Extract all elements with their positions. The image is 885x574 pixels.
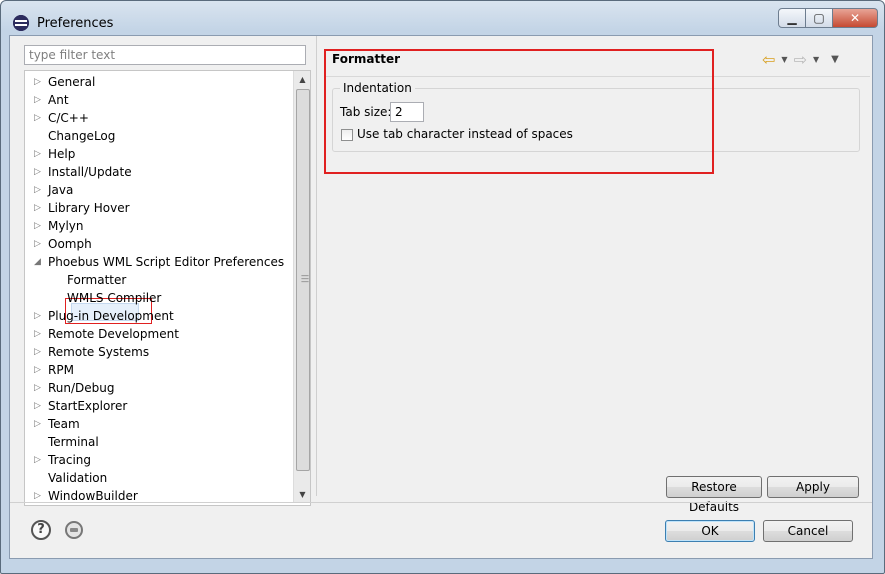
tree-item[interactable]: ▷ Remote Systems — [34, 343, 150, 361]
tree-item[interactable]: Validation — [48, 469, 107, 487]
history-navigation: ⇦ ▼ ⇨ ▼ ▼ — [762, 50, 839, 69]
maximize-icon: ▢ — [813, 11, 825, 25]
expanded-twisty-icon[interactable]: ◢ — [34, 253, 44, 271]
tree-item[interactable]: ▷ Tracing — [34, 451, 92, 469]
preference-tree[interactable]: ▷ General ▷ Ant ▷ C/C++ ChangeLog ▷ Help ▷ Install… — [24, 70, 311, 506]
back-arrow-icon[interactable]: ⇦ — [762, 50, 775, 69]
tree-item[interactable]: Formatter — [67, 271, 126, 289]
collapsed-twisty-icon[interactable]: ▷ — [34, 379, 44, 397]
apply-button[interactable]: Apply — [767, 476, 859, 498]
tree-item-label: Run/Debug — [48, 381, 115, 395]
tree-item[interactable]: ▷ Team — [34, 415, 80, 433]
tree-item-label: RPM — [48, 363, 74, 377]
tree-item[interactable]: ▷ Ant — [34, 91, 69, 109]
panel-divider[interactable] — [316, 36, 317, 496]
collapsed-twisty-icon[interactable]: ▷ — [34, 415, 44, 433]
collapsed-twisty-icon[interactable]: ▷ — [34, 217, 44, 235]
collapsed-twisty-icon[interactable]: ▷ — [34, 199, 44, 217]
tree-item[interactable]: ▷ Java — [34, 181, 74, 199]
bottom-separator — [10, 502, 872, 503]
forward-arrow-icon[interactable]: ⇨ — [794, 50, 807, 69]
filter-input[interactable] — [24, 45, 306, 65]
collapsed-twisty-icon[interactable]: ▷ — [34, 91, 44, 109]
tree-item-label: Mylyn — [48, 219, 84, 233]
scroll-up-icon[interactable]: ▲ — [294, 71, 310, 88]
tree-item[interactable]: ▷ Oomph — [34, 235, 92, 253]
title-bar: Preferences ▁ ▢ ✕ — [1, 1, 884, 35]
close-button[interactable]: ✕ — [833, 8, 878, 28]
tree-item[interactable]: ▷ C/C++ — [34, 109, 89, 127]
tree-item-label: Java — [48, 183, 74, 197]
tree-item-label: Library Hover — [48, 201, 130, 215]
tree-item-label: Ant — [48, 93, 69, 107]
import-export-icon[interactable] — [65, 521, 83, 539]
ok-button[interactable]: OK — [665, 520, 755, 542]
tree-item-label: Validation — [48, 471, 108, 485]
tree-item-label: Plug-in Development — [48, 309, 174, 323]
maximize-button[interactable]: ▢ — [806, 8, 833, 28]
tree-item[interactable]: ▷ General — [34, 73, 96, 91]
back-dropdown-icon[interactable]: ▼ — [781, 55, 787, 64]
collapsed-twisty-icon[interactable]: ▷ — [34, 343, 44, 361]
formatter-annotation-box — [324, 49, 714, 174]
collapsed-twisty-icon[interactable]: ▷ — [34, 397, 44, 415]
collapsed-twisty-icon[interactable]: ▷ — [34, 235, 44, 253]
scroll-down-icon[interactable]: ▼ — [294, 486, 310, 503]
tree-item[interactable]: ▷ Install/Update — [34, 163, 132, 181]
tree-item-label: ChangeLog — [48, 129, 116, 143]
tree-item-label: Oomph — [48, 237, 92, 251]
tree-item-label: Phoebus WML Script Editor Preferences — [48, 255, 285, 269]
tree-item-label: Remote Development — [48, 327, 179, 341]
minimize-button[interactable]: ▁ — [778, 8, 806, 28]
collapsed-twisty-icon[interactable]: ▷ — [34, 73, 44, 91]
window-controls: ▁ ▢ ✕ — [778, 8, 878, 28]
tree-item[interactable]: ▷ Remote Development — [34, 325, 179, 343]
view-menu-icon[interactable]: ▼ — [831, 54, 839, 65]
tree-item[interactable]: ▷ Run/Debug — [34, 379, 115, 397]
close-icon: ✕ — [849, 11, 861, 25]
tree-item[interactable]: ChangeLog — [48, 127, 115, 145]
collapsed-twisty-icon[interactable]: ▷ — [34, 145, 44, 163]
collapsed-twisty-icon[interactable]: ▷ — [34, 163, 44, 181]
tree-item-label: StartExplorer — [48, 399, 128, 413]
cancel-button[interactable]: Cancel — [763, 520, 853, 542]
tree-scrollbar[interactable]: ▲ — — — ▼ — [293, 71, 310, 503]
tree-item-label: Formatter — [67, 273, 127, 287]
tree-item[interactable]: ▷ RPM — [34, 361, 74, 379]
forward-dropdown-icon[interactable]: ▼ — [813, 55, 819, 64]
tree-item-label: Terminal — [48, 435, 99, 449]
tree-item-label: Help — [48, 147, 76, 161]
scroll-thumb[interactable]: — — — — [296, 89, 310, 471]
window-title: Preferences — [37, 16, 114, 31]
tree-item-label: Remote Systems — [48, 345, 150, 359]
collapsed-twisty-icon[interactable]: ▷ — [34, 451, 44, 469]
tree-item-label: C/C++ — [48, 111, 89, 125]
tree-item-label: WindowBuilder — [48, 489, 138, 503]
collapsed-twisty-icon[interactable]: ▷ — [34, 361, 44, 379]
tree-item-label: WMLS Compiler — [67, 291, 162, 305]
tree-item[interactable]: ▷ Plug-in Development — [34, 307, 174, 325]
tree-item[interactable]: Terminal — [48, 433, 99, 451]
collapsed-twisty-icon[interactable]: ▷ — [34, 181, 44, 199]
tree-item[interactable]: ◢ Phoebus WML Script Editor Preferences — [34, 253, 285, 271]
tree-item[interactable]: ▷ Help — [34, 145, 76, 163]
tree-item-label: Tracing — [48, 453, 92, 467]
tree-item-label: General — [48, 75, 96, 89]
tree-item-label: Team — [48, 417, 80, 431]
collapsed-twisty-icon[interactable]: ▷ — [34, 325, 44, 343]
preferences-window: Preferences ▁ ▢ ✕ ▷ General ▷ Ant ▷ C/C++ Chan… — [0, 0, 885, 574]
collapsed-twisty-icon[interactable]: ▷ — [34, 307, 44, 325]
collapsed-twisty-icon[interactable]: ▷ — [34, 109, 44, 127]
eclipse-icon — [13, 15, 29, 31]
tree-item[interactable]: WMLS Compiler — [67, 289, 161, 307]
minimize-icon: ▁ — [787, 11, 797, 25]
tree-item[interactable]: ▷ Mylyn — [34, 217, 84, 235]
dialog-body: ▷ General ▷ Ant ▷ C/C++ ChangeLog ▷ Help ▷ Install… — [9, 35, 873, 559]
tree-item[interactable]: ▷ StartExplorer — [34, 397, 128, 415]
tree-item-label: Install/Update — [48, 165, 132, 179]
grip-icon: — — — — [301, 271, 309, 286]
restore-defaults-button[interactable]: Restore Defaults — [666, 476, 762, 514]
tree-item[interactable]: ▷ Library Hover — [34, 199, 130, 217]
help-icon[interactable]: ? — [31, 520, 51, 540]
